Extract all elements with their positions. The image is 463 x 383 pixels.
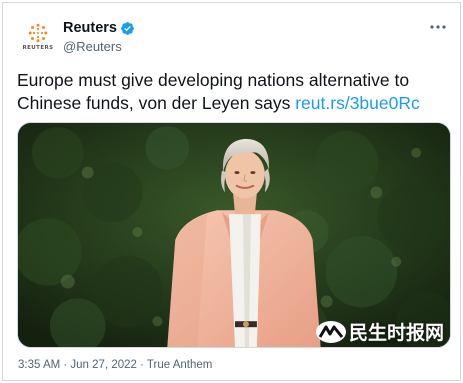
tweet-text: Europe must give developing nations alte… (17, 69, 453, 115)
avatar-wordmark: REUTERS (22, 45, 54, 51)
author-display-name[interactable]: Reuters (63, 20, 117, 36)
more-options-icon[interactable] (428, 21, 448, 35)
watermark-text: 民生时报网 (348, 323, 444, 344)
reuters-avatar[interactable]: REUTERS (18, 17, 58, 57)
reuters-logo-icon (28, 23, 48, 43)
tweet-timestamp[interactable]: 3:35 AM · Jun 27, 2022 · True Anthem (18, 359, 212, 371)
media-watermark: 民生时报网 (315, 318, 444, 345)
photo-von-der-leyen (18, 123, 450, 347)
more-dots-icon (430, 25, 446, 29)
tweet-card[interactable]: REUTERS Reuters @Reuters Europe must giv… (2, 2, 461, 381)
verified-badge-icon (121, 21, 134, 35)
tweet-link[interactable]: reut.rs/3bue0Rc (295, 93, 420, 113)
watermark-logo-icon (315, 320, 346, 343)
tweet-photo[interactable]: 民生时报网 (17, 122, 451, 348)
author-name-row: Reuters (63, 20, 135, 36)
author-handle[interactable]: @Reuters (63, 39, 122, 54)
